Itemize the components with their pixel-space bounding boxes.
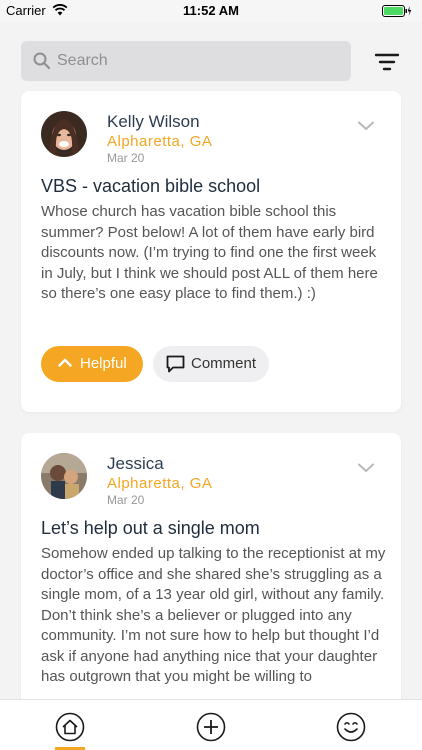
battery-icon [382,5,412,17]
helpful-button[interactable]: Helpful [41,346,143,382]
author-name: Kelly Wilson [107,112,200,131]
comment-icon [166,355,185,373]
helpful-label: Helpful [80,355,127,372]
post-body: Somehow ended up talking to the receptio… [41,545,386,685]
smiley-icon[interactable] [336,712,366,742]
post-card[interactable]: Jessica Alpharetta, GA Mar 20 Let’s help… [21,433,401,733]
post-date: Mar 20 [107,493,145,507]
status-bar: Carrier 11:52 AM [0,0,422,22]
author-name: Jessica [107,454,164,473]
tab-bar [0,699,422,750]
post-title[interactable]: Let’s help out a single mom [41,518,260,539]
chevron-up-icon [58,358,72,367]
author-location: Alpharetta, GA [107,133,213,150]
add-icon[interactable] [196,712,226,742]
home-icon[interactable] [55,712,85,742]
comment-label: Comment [191,355,257,372]
avatar [41,111,87,157]
post-body: Whose church has vacation bible school t… [41,203,378,302]
status-time: 11:52 AM [183,3,239,18]
search-input[interactable]: Search [21,41,351,81]
search-placeholder: Search [57,52,108,69]
post-card[interactable]: Kelly Wilson Alpharetta, GA Mar 20 VBS -… [21,91,401,412]
search-icon [33,52,51,70]
filter-icon[interactable] [375,52,399,72]
post-title[interactable]: VBS - vacation bible school [41,176,260,197]
chevron-down-icon[interactable] [358,463,374,473]
chevron-down-icon[interactable] [358,121,374,131]
comment-button[interactable]: Comment [153,346,269,382]
post-date: Mar 20 [107,151,145,165]
avatar [41,453,87,499]
author-location: Alpharetta, GA [107,475,213,492]
